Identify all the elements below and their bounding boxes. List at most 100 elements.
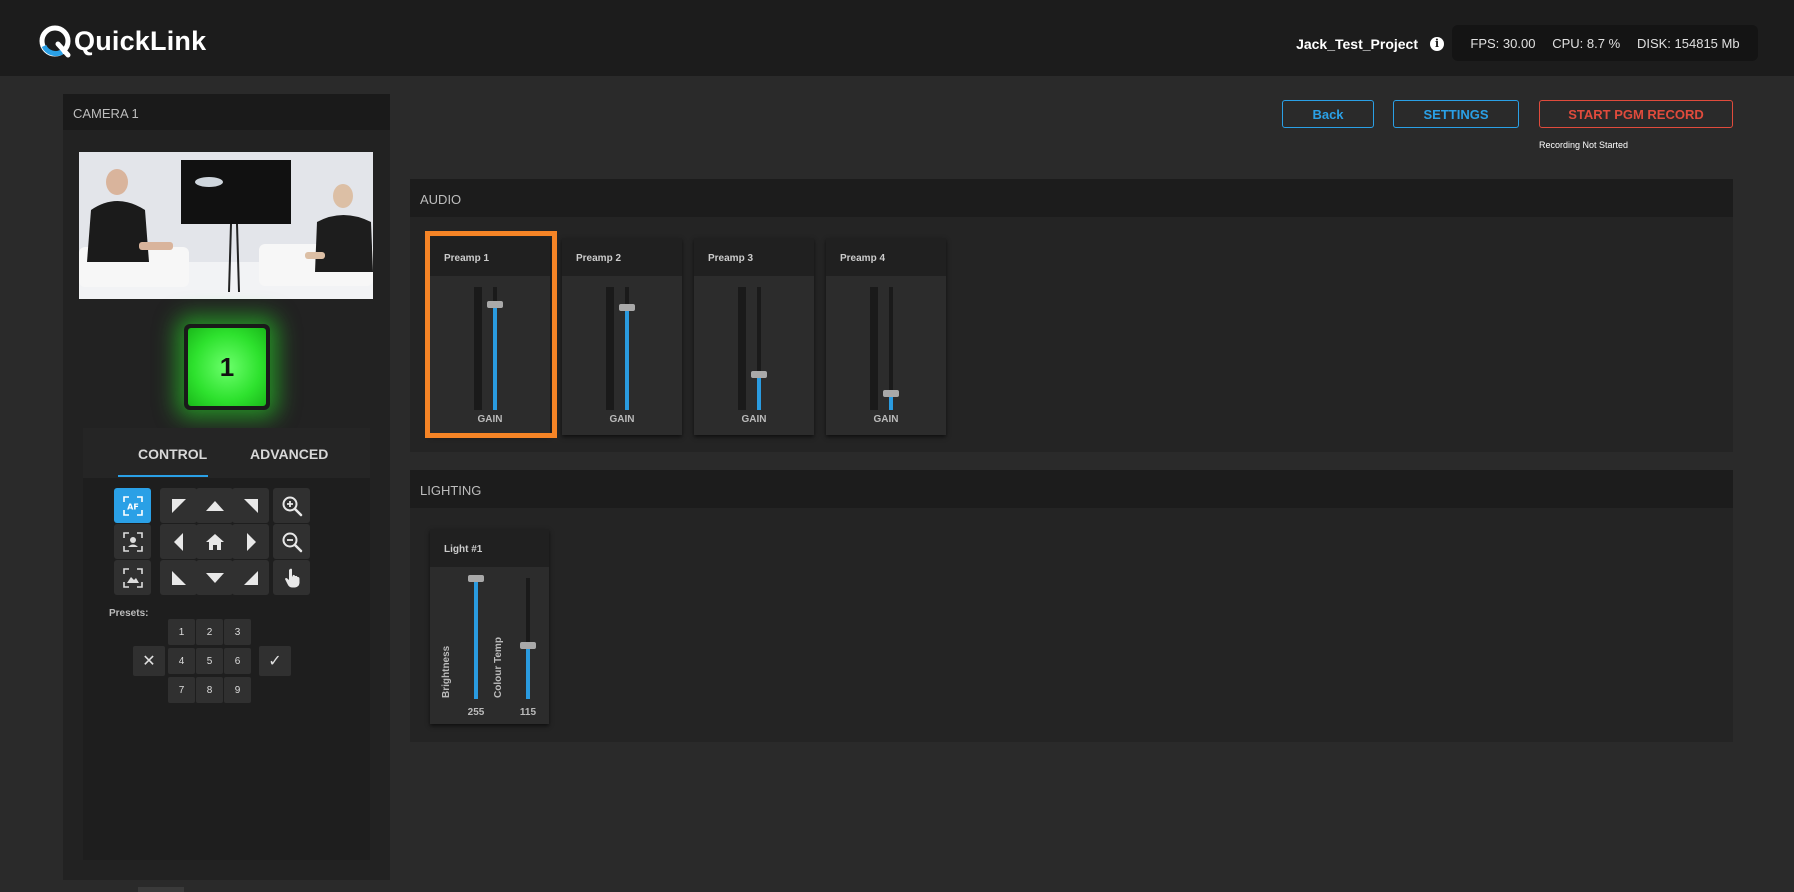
pan-up-right-button[interactable] — [232, 488, 269, 523]
preset-3-button[interactable]: 3 — [224, 619, 251, 645]
light-strip-header: Light #1 — [430, 529, 549, 567]
preset-8-button[interactable]: 8 — [196, 677, 223, 703]
home-position-button[interactable] — [196, 524, 233, 559]
arrow-up-right-icon — [243, 498, 258, 513]
arrow-down-right-icon — [243, 570, 258, 585]
lighting-header: LIGHTING — [410, 470, 1733, 508]
tally-light[interactable]: 1 — [184, 324, 270, 410]
pan-left-button[interactable] — [160, 524, 197, 559]
recording-status: Recording Not Started — [1539, 140, 1629, 150]
gain-slider-handle[interactable] — [883, 390, 899, 397]
brightness-label: Brightness — [441, 645, 452, 698]
active-tab-indicator — [118, 475, 208, 477]
preset-1-button[interactable]: 1 — [168, 619, 195, 645]
settings-button[interactable]: SETTINGS — [1393, 100, 1519, 128]
preset-9-button[interactable]: 9 — [224, 677, 251, 703]
tally-number: 1 — [188, 328, 266, 406]
level-meter — [606, 287, 614, 410]
channel-name: Preamp 3 — [708, 253, 754, 264]
check-icon: ✓ — [268, 653, 282, 670]
zoom-out-button[interactable] — [273, 524, 310, 559]
camera-title: CAMERA 1 — [73, 106, 139, 121]
arrow-up-left-icon — [171, 498, 186, 513]
autofocus-button[interactable]: AF — [114, 488, 151, 523]
home-icon — [205, 533, 224, 550]
preset-5-button[interactable]: 5 — [196, 648, 223, 674]
gain-fill — [625, 307, 629, 410]
colour-temp-slider-handle[interactable] — [520, 642, 536, 649]
pan-down-right-button[interactable] — [232, 560, 269, 595]
info-icon[interactable]: i — [1430, 37, 1444, 51]
preset-2-button[interactable]: 2 — [196, 619, 223, 645]
gain-slider[interactable] — [751, 287, 767, 410]
touch-control-button[interactable] — [273, 560, 310, 595]
channel-name: Preamp 4 — [840, 253, 886, 264]
disk-stat: DISK: 154815 Mb — [1636, 35, 1740, 51]
start-pgm-record-button[interactable]: START PGM RECORD — [1539, 100, 1733, 128]
audio-section: AUDIO Preamp 1 GAIN Preamp 2 GAIN Preamp 3 GA… — [410, 179, 1733, 452]
bottom-scroll-stub — [138, 887, 184, 892]
gain-fill — [757, 374, 761, 410]
colour-temp-value: 115 — [519, 707, 537, 718]
landscape-frame-icon — [122, 567, 143, 588]
brightness-slider[interactable] — [468, 575, 484, 699]
svg-text:AF: AF — [127, 502, 139, 511]
colour-temp-fill — [526, 645, 530, 699]
back-button[interactable]: Back — [1282, 100, 1374, 128]
clear-preset-button[interactable]: ✕ — [133, 646, 165, 676]
system-stats: FPS: 30.00 CPU: 8.7 % DISK: 154815 Mb — [1452, 25, 1758, 61]
gain-slider-handle[interactable] — [619, 304, 635, 311]
autofocus-icon: AF — [122, 495, 143, 516]
arrow-down-left-icon — [171, 570, 186, 585]
tab-advanced[interactable]: ADVANCED — [250, 446, 328, 462]
face-frame-icon — [122, 531, 143, 552]
light-strip: Light #1 Brightness Colour Temp 255 115 — [430, 529, 549, 724]
tilt-down-button[interactable] — [196, 560, 233, 595]
tilt-up-button[interactable] — [196, 488, 233, 523]
tab-control[interactable]: CONTROL — [138, 446, 207, 462]
arrow-left-icon — [173, 532, 183, 551]
quicklink-logo-icon — [39, 25, 71, 58]
gain-slider[interactable] — [619, 287, 635, 410]
audio-title: AUDIO — [420, 192, 462, 207]
camera-header: CAMERA 1 — [63, 94, 390, 130]
project-name: Jack_Test_Project — [1296, 36, 1418, 52]
quicklink-logo: QuickLink — [38, 24, 206, 58]
preset-6-button[interactable]: 6 — [224, 648, 251, 674]
pan-up-left-button[interactable] — [160, 488, 197, 523]
scene-frame-button[interactable] — [114, 560, 151, 595]
cpu-stat: CPU: 8.7 % — [1552, 35, 1621, 51]
brightness-slider-handle[interactable] — [468, 575, 484, 582]
colour-temp-slider[interactable] — [520, 578, 536, 699]
lighting-section: LIGHTING Light #1 Brightness Colour Temp… — [410, 470, 1733, 742]
preset-4-button[interactable]: 4 — [168, 648, 195, 674]
zoom-out-icon — [282, 532, 302, 552]
camera-preview — [79, 152, 373, 299]
gain-label: GAIN — [609, 414, 635, 425]
preset-7-button[interactable]: 7 — [168, 677, 195, 703]
brightness-fill — [474, 578, 478, 699]
save-preset-button[interactable]: ✓ — [259, 646, 291, 676]
fps-stat: FPS: 30.00 — [1470, 35, 1536, 51]
logo-text: QuickLink — [74, 25, 207, 56]
gain-label: GAIN — [741, 414, 767, 425]
gain-label: GAIN — [873, 414, 899, 425]
camera-preview-image — [79, 152, 373, 299]
audio-channel-strip: Preamp 4 GAIN — [826, 238, 946, 435]
level-meter — [870, 287, 878, 410]
arrow-right-icon — [246, 532, 256, 551]
camera-control-box: CONTROL ADVANCED AF Presets: ✕ 1 2 3 4 5… — [83, 428, 370, 860]
face-detect-button[interactable] — [114, 524, 151, 559]
zoom-in-button[interactable] — [273, 488, 310, 523]
gain-slider-handle[interactable] — [751, 371, 767, 378]
close-icon: ✕ — [142, 653, 156, 670]
light-name: Light #1 — [444, 544, 483, 555]
presets-label: Presets: — [109, 608, 149, 619]
brightness-value: 255 — [467, 707, 485, 718]
level-meter — [738, 287, 746, 410]
gain-slider[interactable] — [883, 287, 899, 410]
pan-down-left-button[interactable] — [160, 560, 197, 595]
arrow-down-icon — [205, 572, 224, 583]
pan-right-button[interactable] — [232, 524, 269, 559]
camera-panel: CAMERA 1 1 CONTROL ADVANCED AF Presets: … — [63, 94, 390, 880]
